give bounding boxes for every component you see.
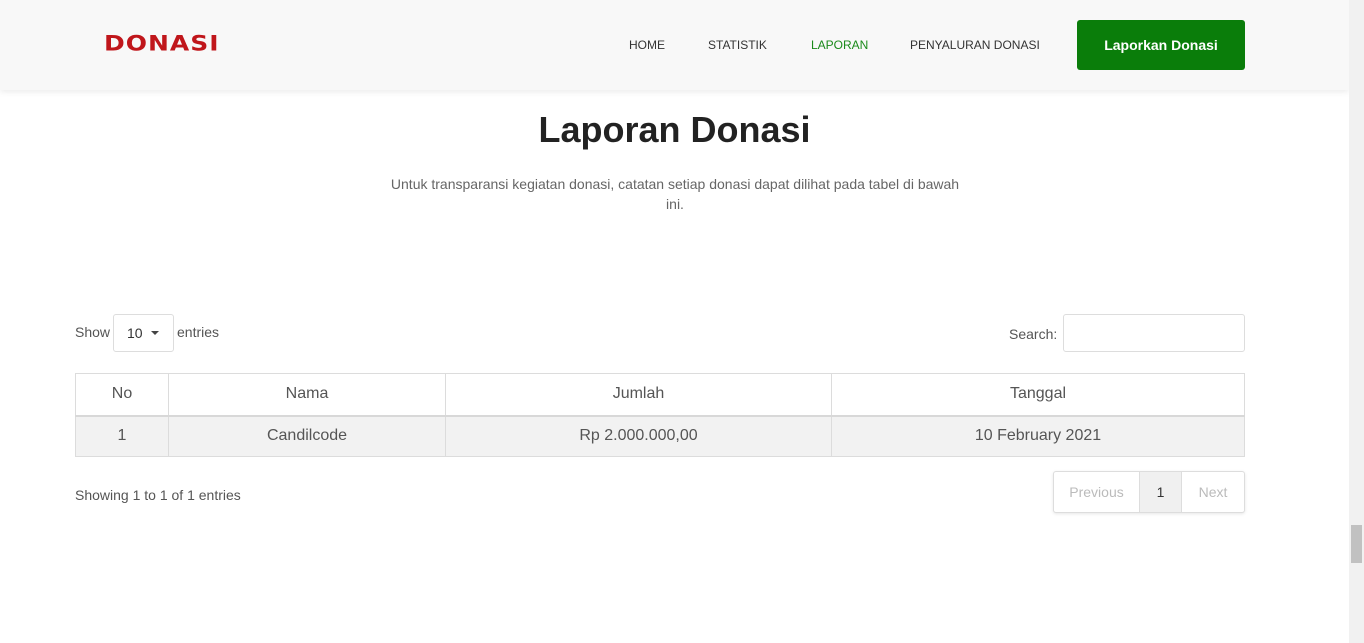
pagination: Previous 1 Next (1053, 471, 1245, 513)
cell-nama: Candilcode (168, 415, 446, 457)
table-row: 1 Candilcode Rp 2.000.000,00 10 February… (75, 415, 1245, 457)
page-length-value: 10 (127, 325, 143, 341)
show-label: Show (75, 324, 111, 340)
cell-jumlah: Rp 2.000.000,00 (445, 415, 832, 457)
nav-item-home[interactable]: HOME (629, 38, 665, 52)
search-label: Search: (1009, 326, 1058, 342)
laporkan-donasi-button[interactable]: Laporkan Donasi (1077, 20, 1245, 70)
column-header-tanggal[interactable]: Tanggal (831, 373, 1245, 417)
nav-item-penyaluran-donasi[interactable]: PENYALURAN DONASI (910, 38, 1040, 52)
table-info: Showing 1 to 1 of 1 entries (75, 487, 241, 503)
nav-item-laporan[interactable]: LAPORAN (811, 38, 868, 52)
previous-button[interactable]: Previous (1054, 472, 1140, 512)
scrollbar-thumb[interactable] (1351, 525, 1362, 563)
column-header-nama[interactable]: Nama (168, 373, 446, 417)
search-input[interactable] (1063, 314, 1245, 352)
cell-no: 1 (75, 415, 169, 457)
caret-down-icon (151, 331, 159, 335)
next-button[interactable]: Next (1182, 472, 1244, 512)
entries-label: entries (177, 324, 220, 340)
page-button-current[interactable]: 1 (1140, 472, 1182, 512)
donation-table: No Nama Jumlah Tanggal 1 Candilcode Rp 2… (75, 373, 1245, 457)
page-subtitle: Untuk transparansi kegiatan donasi, cata… (390, 176, 960, 212)
navbar: DONASI HOME STATISTIK LAPORAN PENYALURAN… (0, 0, 1349, 90)
page-title: Laporan Donasi (538, 109, 811, 150)
column-header-no[interactable]: No (75, 373, 169, 417)
column-header-jumlah[interactable]: Jumlah (445, 373, 832, 417)
page-length-select[interactable]: 10 (113, 314, 174, 352)
table-header-row: No Nama Jumlah Tanggal (75, 373, 1245, 417)
nav-item-statistik[interactable]: STATISTIK (708, 38, 767, 52)
cell-tanggal: 10 February 2021 (831, 415, 1245, 457)
logo[interactable]: DONASI (104, 31, 220, 57)
